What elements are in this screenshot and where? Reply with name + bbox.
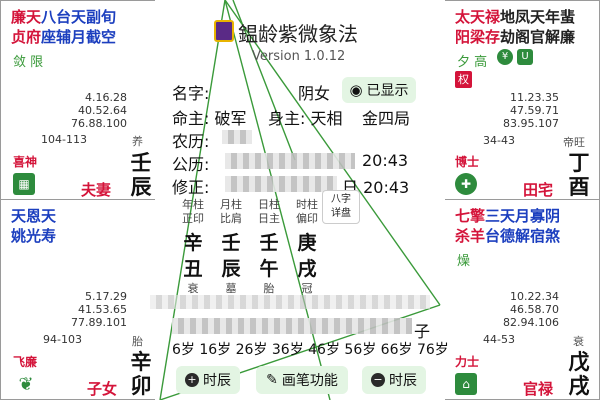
pillar-god: 正印 bbox=[182, 212, 204, 225]
name-label: 名字: bbox=[172, 84, 210, 103]
pillar-god: 比肩 bbox=[220, 212, 242, 225]
solar-time: 20:43 bbox=[362, 151, 409, 170]
eye-icon: ◉ bbox=[349, 81, 363, 99]
minus-icon: − bbox=[371, 373, 385, 387]
pen-tool-button[interactable]: ✎ 画笔功能 bbox=[256, 366, 348, 394]
app-logo-icon bbox=[214, 20, 234, 42]
redacted-text bbox=[150, 295, 430, 309]
shen-zhu: 身主: 天相 bbox=[268, 109, 343, 128]
redacted-text bbox=[222, 130, 252, 144]
corrected-label: 修正: bbox=[172, 178, 210, 197]
pillar-god: 偏印 bbox=[296, 212, 318, 225]
show-toggle-button[interactable]: ◉ 已显示 bbox=[342, 77, 416, 103]
pillar-stage: 胎 bbox=[263, 282, 275, 295]
button-label: 时辰 bbox=[389, 373, 417, 389]
pillar-zhi: 戌 bbox=[297, 258, 317, 280]
bazi-label: 八字 bbox=[331, 194, 351, 205]
bureau: 金四局 bbox=[362, 109, 411, 128]
redacted-text bbox=[172, 318, 412, 334]
pillar-gan: 壬 bbox=[221, 232, 241, 254]
button-label: 时辰 bbox=[203, 373, 231, 389]
pillar-zhi: 辰 bbox=[221, 258, 241, 280]
next-hour-button[interactable]: − 时辰 bbox=[362, 366, 426, 394]
bazi-label: 详盘 bbox=[331, 208, 351, 219]
pillar-god: 日主 bbox=[258, 212, 280, 225]
pillar-gan: 庚 bbox=[297, 232, 317, 254]
pillar-stage: 衰 bbox=[187, 282, 199, 295]
redacted-text bbox=[225, 153, 355, 169]
app-version: Version 1.0.12 bbox=[252, 49, 346, 64]
lunar-label: 农历: bbox=[172, 132, 210, 151]
pillar-gan: 辛 bbox=[183, 232, 203, 254]
button-label: 画笔功能 bbox=[281, 373, 338, 389]
age-row-decades: 6岁 16岁 26岁 36岁 46岁 56岁 66岁 76岁 bbox=[172, 342, 449, 358]
gender-value: 阴女 bbox=[298, 84, 331, 103]
pillar-stage: 冠 bbox=[301, 282, 313, 295]
pillar-zhi: 午 bbox=[259, 258, 279, 280]
show-button-label: 已显示 bbox=[366, 83, 409, 99]
ming-zhu: 命主: 破军 bbox=[172, 109, 247, 128]
pencil-icon: ✎ bbox=[266, 372, 278, 388]
plus-icon: + bbox=[185, 373, 199, 387]
pillar-zhi: 丑 bbox=[183, 258, 203, 280]
solar-label: 公历: bbox=[172, 155, 210, 174]
pillar-gan: 壬 bbox=[259, 232, 279, 254]
app-title: 鎾龄紫微象法 bbox=[238, 22, 358, 46]
prev-hour-button[interactable]: + 时辰 bbox=[176, 366, 240, 394]
redacted-text bbox=[225, 176, 337, 192]
pillar-stage: 墓 bbox=[225, 282, 237, 295]
bazi-detail-button[interactable]: 八字 详盘 bbox=[322, 190, 360, 224]
